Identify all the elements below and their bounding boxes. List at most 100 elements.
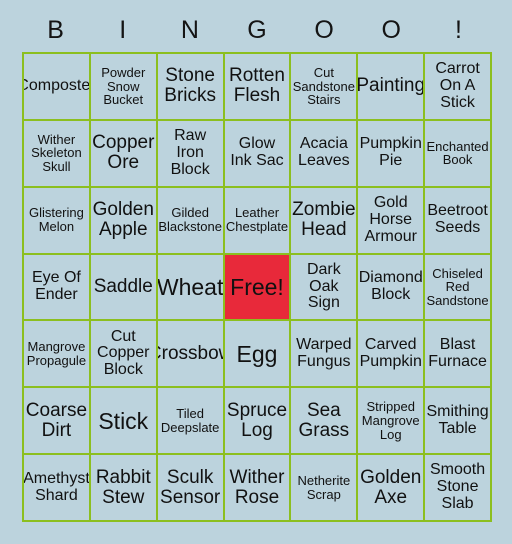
bingo-cell[interactable]: Saddle [90,254,158,322]
bingo-cell[interactable]: Golden Axe [358,455,426,522]
bingo-cell[interactable]: Gold Horse Armour [358,187,426,255]
bingo-cell[interactable]: Rotten Flesh [224,54,292,121]
bingo-card: B I N G O O! Composter Powder Snow Bucket Stone… [0,0,512,544]
bingo-cell[interactable]: Zombie Head [291,187,359,255]
bingo-cell[interactable]: Spruce Log [224,388,292,456]
bingo-cell[interactable]: Rabbit Stew [90,455,158,522]
bingo-cell[interactable]: Powder Snow Bucket [90,54,158,121]
bingo-cell[interactable]: Smithing Table [425,388,492,456]
bingo-cell-label: Coarse Dirt [25,399,88,441]
bingo-cell-label: Copper Ore [92,132,155,174]
bingo-cell[interactable]: Mangrove Propagule [24,321,91,389]
bingo-cell-label: Spruce Log [226,399,288,441]
bingo-cell[interactable]: Carrot On A Stick [425,54,492,121]
bingo-cell[interactable]: Blast Furnace [425,321,492,389]
bingo-cell-label: Painting [358,75,426,97]
bingo-cell-label: Raw Iron Block [170,127,210,178]
bingo-cell-label: Cut Sandstone Stairs [292,64,355,108]
bingo-cell-label: Gold Horse Armour [364,193,417,245]
bingo-cell[interactable]: Leather Chestplate [224,187,292,255]
bingo-cell[interactable]: Beetroot Seeds [425,187,492,255]
bingo-free-space[interactable]: Free! [224,254,292,322]
bingo-cell-label: Warped Fungus [296,336,352,370]
bingo-cell[interactable]: Wither Skeleton Skull [24,120,91,188]
bingo-cell[interactable]: Cut Copper Block [90,321,158,389]
bingo-cell[interactable]: Sea Grass [291,388,359,456]
bingo-cell-label: Acacia Leaves [298,135,350,170]
bingo-cell-label: Crossbow [158,342,223,364]
bingo-cell[interactable]: Egg [224,321,292,389]
bingo-cell-label: Stone Bricks [164,65,216,107]
bingo-cell-label: Leather Chestplate [225,205,289,235]
bingo-cell[interactable]: Raw Iron Block [157,120,225,188]
bingo-cell-label: Amethyst Shard [24,469,90,504]
bingo-cell-label: Cut Copper Block [97,327,150,379]
bingo-cell-label: Smithing Table [426,402,489,437]
bingo-header-letter: O [381,15,401,44]
bingo-cell-label: Glistering Melon [28,205,84,235]
bingo-cell-label: Saddle [93,276,153,298]
bingo-cell-label: Chiseled Red Sandstone [426,265,489,308]
bingo-header-letter: I [119,15,127,44]
bingo-cell-label: Free! [230,273,284,300]
bingo-cell-label: Carrot On A Stick [435,60,480,111]
bingo-cell-label: Sea Grass [298,399,350,441]
bingo-cell[interactable]: Gilded Blackstone [157,187,225,255]
bingo-cell-label: Pumpkin Pie [359,135,422,170]
bingo-cell-label: Egg [236,340,278,367]
bingo-cell[interactable]: Wheat [157,254,225,322]
bingo-cell-label: Mangrove Propagule [26,339,87,368]
bingo-cell[interactable]: Amethyst Shard [24,455,91,522]
bingo-cell[interactable]: Stick [90,388,158,456]
bingo-cell-label: Blast Furnace [428,336,487,370]
bingo-cell-label: Enchanted Book [426,138,489,168]
bingo-cell[interactable]: Carved Pumpkin [358,321,426,389]
bingo-cell-label: Gilded Blackstone [158,205,222,235]
bingo-cell[interactable]: Acacia Leaves [291,120,359,188]
bingo-cell[interactable]: Pumpkin Pie [358,120,426,188]
bingo-cell[interactable]: Eye Of Ender [24,254,91,322]
bingo-cell[interactable]: Painting [358,54,426,121]
bingo-cell[interactable]: Warped Fungus [291,321,359,389]
bingo-cell[interactable]: Wither Rose [224,455,292,522]
bingo-cell-label: Tiled Deepslate [160,406,220,435]
bingo-cell-label: Glow Ink Sac [230,135,284,170]
bingo-cell[interactable]: Chiseled Red Sandstone [425,254,492,322]
bingo-cell-label: Stick [98,407,149,434]
bingo-cell-label: Zombie Head [292,199,356,241]
bingo-cell-label: Wheat [157,273,224,300]
bingo-cell-label: Golden Apple [92,199,154,241]
bingo-cell[interactable]: Netherite Scrap [291,455,359,522]
bingo-cell[interactable]: Composter [24,54,91,121]
bingo-header-letter: O [314,15,334,44]
bingo-grid: Composter Powder Snow Bucket Stone Bricks R… [22,52,492,522]
bingo-cell-label: Rotten Flesh [229,65,285,107]
bingo-header: B I N G O O! [22,8,492,52]
bingo-cell-label: Dark Oak Sign [306,260,341,312]
bingo-cell[interactable]: Golden Apple [90,187,158,255]
bingo-header-letter: B [47,15,64,44]
bingo-cell-label: Beetroot Seeds [427,202,488,237]
bingo-cell-label: Wither Skeleton Skull [31,131,82,175]
bingo-cell[interactable]: Glistering Melon [24,187,91,255]
bingo-cell[interactable]: Coarse Dirt [24,388,91,456]
bingo-cell-label: Netherite Scrap [297,472,351,502]
bingo-cell-label: Golden Axe [360,466,422,508]
bingo-cell[interactable]: Smooth Stone Slab [425,455,492,522]
bingo-cell[interactable]: Copper Ore [90,120,158,188]
bingo-cell[interactable]: Sculk Sensor [157,455,225,522]
bingo-cell[interactable]: Tiled Deepslate [157,388,225,456]
bingo-cell[interactable]: Cut Sandstone Stairs [291,54,359,121]
bingo-cell-label: Sculk Sensor [160,466,221,508]
bingo-header-letter: ! [454,15,462,44]
bingo-cell-label: Composter [24,77,91,95]
bingo-cell[interactable]: Dark Oak Sign [291,254,359,322]
bingo-cell[interactable]: Enchanted Book [425,120,492,188]
bingo-cell[interactable]: Stripped Mangrove Log [358,388,426,456]
bingo-header-letter: N [180,15,199,44]
bingo-cell[interactable]: Diamond Block [358,254,426,322]
bingo-cell-label: Rabbit Stew [95,466,151,508]
bingo-cell[interactable]: Glow Ink Sac [224,120,292,188]
bingo-cell[interactable]: Crossbow [157,321,225,389]
bingo-cell[interactable]: Stone Bricks [157,54,225,121]
